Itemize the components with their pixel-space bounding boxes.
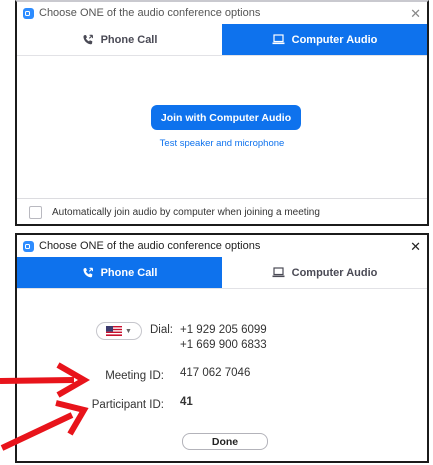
red-arrow	[0, 400, 89, 451]
divider	[17, 198, 427, 199]
auto-join-label: Automatically join audio by computer whe…	[52, 207, 320, 218]
us-flag-icon	[106, 326, 123, 336]
phone-icon	[83, 34, 93, 44]
audio-options-dialog-computer: Choose ONE of the audio conference optio…	[15, 0, 429, 226]
tab-phone-call[interactable]: Phone Call	[17, 24, 222, 55]
phone-icon	[83, 267, 93, 277]
dial-number: +1 669 900 6833	[180, 339, 267, 351]
app-icon	[23, 240, 34, 252]
title-bar: Choose ONE of the audio conference optio…	[17, 2, 427, 24]
audio-tabs: Phone Call Computer Audio	[17, 257, 427, 289]
tab-label: Computer Audio	[291, 33, 378, 46]
tab-phone-call[interactable]: Phone Call	[17, 257, 222, 288]
dial-number: +1 929 205 6099	[180, 324, 267, 336]
close-icon[interactable]: ✕	[410, 240, 421, 253]
dialog-title: Choose ONE of the audio conference optio…	[39, 7, 261, 19]
tab-label: Phone Call	[100, 33, 158, 46]
tab-computer-audio[interactable]: Computer Audio	[222, 257, 427, 288]
dialog-title: Choose ONE of the audio conference optio…	[39, 240, 261, 252]
test-speaker-link[interactable]: Test speaker and microphone	[17, 138, 427, 149]
app-icon	[23, 7, 34, 19]
chevron-down-icon: ▼	[125, 327, 132, 335]
tab-label: Computer Audio	[291, 266, 378, 279]
title-bar: Choose ONE of the audio conference optio…	[17, 235, 427, 257]
done-button[interactable]: Done	[182, 433, 268, 450]
meeting-id-value: 417 062 7046	[180, 367, 251, 379]
auto-join-checkbox[interactable]	[29, 206, 42, 219]
laptop-icon	[272, 34, 285, 45]
join-computer-audio-button[interactable]: Join with Computer Audio	[151, 105, 301, 130]
dial-label: Dial:	[150, 324, 174, 336]
laptop-icon	[272, 267, 285, 278]
close-icon[interactable]: ✕	[410, 7, 421, 20]
audio-tabs: Phone Call Computer Audio	[17, 24, 427, 56]
country-select[interactable]: ▼	[96, 322, 142, 340]
tab-label: Phone Call	[100, 266, 158, 279]
tab-computer-audio[interactable]: Computer Audio	[222, 24, 427, 55]
auto-join-row: Automatically join audio by computer whe…	[29, 206, 320, 219]
participant-id-value: 41	[180, 396, 193, 408]
